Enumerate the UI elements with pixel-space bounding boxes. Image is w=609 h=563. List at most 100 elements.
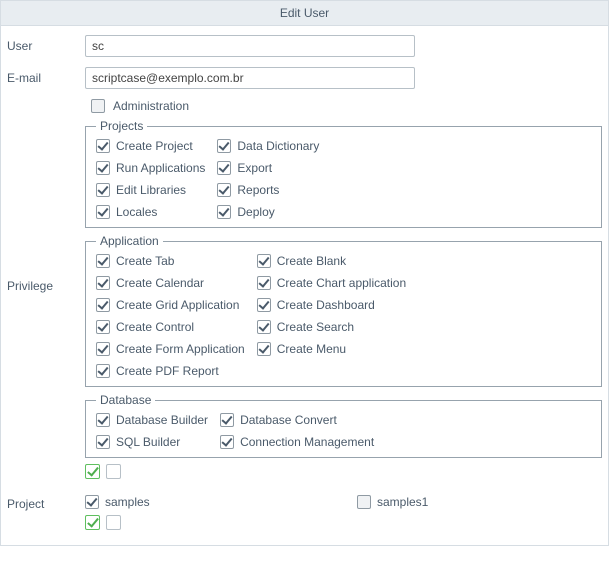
form-body: User E-mail Privilege Administration Pro… — [1, 26, 608, 545]
row-email: E-mail — [7, 62, 602, 94]
row-privilege: Privilege Administration Projects Create… — [7, 94, 602, 486]
privilege-projects-item-option: Deploy — [217, 205, 319, 219]
privilege-projects-item-label: Locales — [116, 205, 157, 219]
email-input[interactable] — [85, 67, 415, 89]
privilege-projects-item-checkbox[interactable] — [217, 205, 231, 219]
project-checkbox[interactable] — [85, 495, 99, 509]
privilege-application-item-label: Create Calendar — [116, 276, 204, 290]
privilege-projects-item-checkbox[interactable] — [96, 139, 110, 153]
privilege-application-item-checkbox[interactable] — [96, 298, 110, 312]
privilege-projects-item-label: Edit Libraries — [116, 183, 186, 197]
project-option: samples1 — [357, 495, 602, 509]
privilege-application-item-checkbox[interactable] — [257, 254, 271, 268]
privilege-application-item-label: Create Tab — [116, 254, 174, 268]
privilege-projects-item-option: Data Dictionary — [217, 139, 319, 153]
privilege-projects-item-label: Data Dictionary — [237, 139, 319, 153]
privilege-application-item-label: Create Chart application — [277, 276, 406, 290]
project-label: Project — [7, 491, 79, 511]
administration-option: Administration — [91, 99, 602, 113]
privilege-projects-item-option: Export — [217, 161, 319, 175]
privilege-database-item-option: SQL Builder — [96, 435, 208, 449]
privilege-database-item-option: Database Convert — [220, 413, 374, 427]
privilege-application-item-label: Create Blank — [277, 254, 346, 268]
privilege-database-item-label: SQL Builder — [116, 435, 180, 449]
privilege-select-all — [85, 464, 602, 479]
privilege-projects-item-label: Reports — [237, 183, 279, 197]
privilege-application-item-label: Create Search — [277, 320, 354, 334]
project-checkbox[interactable] — [357, 495, 371, 509]
privilege-database-item-checkbox[interactable] — [96, 413, 110, 427]
privilege-application-item-option: Create Form Application — [96, 342, 245, 356]
administration-text: Administration — [113, 99, 189, 113]
privilege-application-item-checkbox[interactable] — [96, 364, 110, 378]
privilege-projects-item-checkbox[interactable] — [96, 205, 110, 219]
privilege-application-item-label: Create Dashboard — [277, 298, 375, 312]
email-label: E-mail — [7, 71, 79, 85]
select-none-checkbox[interactable] — [106, 464, 121, 479]
privilege-projects-item-option: Edit Libraries — [96, 183, 205, 197]
row-user: User — [7, 30, 602, 62]
database-legend: Database — [96, 393, 155, 407]
privilege-projects-item-checkbox[interactable] — [217, 139, 231, 153]
privilege-database-item-checkbox[interactable] — [96, 435, 110, 449]
privilege-application-item-checkbox[interactable] — [257, 342, 271, 356]
privilege-projects-item-option: Create Project — [96, 139, 205, 153]
privilege-application-item-option: Create Tab — [96, 254, 245, 268]
privilege-application-item-option: Create Control — [96, 320, 245, 334]
application-fieldset: Application Create Tab Create Blank Create… — [85, 234, 602, 387]
privilege-application-item-option: Create PDF Report — [96, 364, 245, 378]
privilege-application-item-option: Create Blank — [257, 254, 406, 268]
privilege-application-item-checkbox[interactable] — [96, 254, 110, 268]
privilege-projects-item-label: Export — [237, 161, 272, 175]
privilege-database-item-label: Connection Management — [240, 435, 374, 449]
privilege-application-item-checkbox[interactable] — [257, 298, 271, 312]
privilege-database-item-label: Database Convert — [240, 413, 337, 427]
privilege-projects-item-checkbox[interactable] — [96, 161, 110, 175]
select-all-checkbox[interactable] — [85, 464, 100, 479]
privilege-projects-item-checkbox[interactable] — [96, 183, 110, 197]
privilege-projects-item-checkbox[interactable] — [217, 161, 231, 175]
database-fieldset: Database Database Builder Database Conver… — [85, 393, 602, 458]
privilege-application-item-checkbox[interactable] — [96, 342, 110, 356]
privilege-application-item-option: Create Dashboard — [257, 298, 406, 312]
project-select-all-checkbox[interactable] — [85, 515, 100, 530]
privilege-application-item-option: Create Chart application — [257, 276, 406, 290]
privilege-application-item-checkbox[interactable] — [257, 276, 271, 290]
edit-user-panel: Edit User User E-mail Privilege Administ… — [0, 0, 609, 546]
projects-fieldset: Projects Create Project Data Dictionary Ru… — [85, 119, 602, 228]
privilege-database-item-checkbox[interactable] — [220, 413, 234, 427]
privilege-projects-item-option: Locales — [96, 205, 205, 219]
privilege-application-item-label: Create Menu — [277, 342, 346, 356]
project-content: samples samples1 — [79, 491, 602, 532]
privilege-database-item-label: Database Builder — [116, 413, 208, 427]
privilege-application-item-option: Create Menu — [257, 342, 406, 356]
privilege-application-item-checkbox[interactable] — [96, 320, 110, 334]
privilege-projects-item-option: Run Applications — [96, 161, 205, 175]
project-item-label: samples — [105, 495, 150, 509]
privilege-database-item-checkbox[interactable] — [220, 435, 234, 449]
privilege-application-item-checkbox[interactable] — [257, 320, 271, 334]
projects-legend: Projects — [96, 119, 147, 133]
administration-checkbox[interactable] — [91, 99, 105, 113]
project-option: samples — [85, 495, 345, 509]
privilege-application-item-option: Create Search — [257, 320, 406, 334]
privilege-projects-item-label: Run Applications — [116, 161, 205, 175]
application-legend: Application — [96, 234, 163, 248]
privilege-application-item-label: Create Control — [116, 320, 194, 334]
privilege-application-item-label: Create Form Application — [116, 342, 245, 356]
privilege-database-item-option: Connection Management — [220, 435, 374, 449]
user-label: User — [7, 39, 79, 53]
project-select-all — [85, 515, 602, 530]
privilege-projects-item-checkbox[interactable] — [217, 183, 231, 197]
project-select-none-checkbox[interactable] — [106, 515, 121, 530]
privilege-application-item-label: Create Grid Application — [116, 298, 239, 312]
privilege-application-item-checkbox[interactable] — [96, 276, 110, 290]
project-item-label: samples1 — [377, 495, 428, 509]
panel-title: Edit User — [1, 1, 608, 26]
user-input[interactable] — [85, 35, 415, 57]
privilege-projects-item-label: Deploy — [237, 205, 274, 219]
privilege-projects-item-option: Reports — [217, 183, 319, 197]
privilege-application-item-option: Create Calendar — [96, 276, 245, 290]
privilege-application-item-option: Create Grid Application — [96, 298, 245, 312]
privilege-projects-item-label: Create Project — [116, 139, 193, 153]
